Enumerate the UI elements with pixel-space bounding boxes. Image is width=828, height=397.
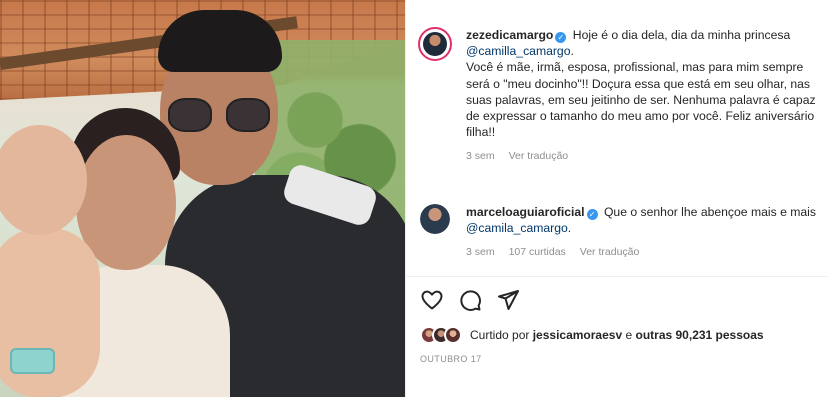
avatar[interactable] <box>418 27 452 61</box>
verified-icon: ✓ <box>586 209 598 220</box>
caption-comment: zezedicamargo ✓ Hoje é o dia dela, dia da… <box>418 27 816 165</box>
baby-face <box>0 125 87 235</box>
comment-line: Hoje é o dia dela, dia da minha princesa <box>572 28 791 42</box>
man-hair <box>158 10 282 72</box>
comment-body: Você é mãe, irmã, esposa, profissional, … <box>466 60 816 140</box>
comment-text: marceloaguiaroficial ✓ Que o senhor lhe a… <box>466 204 816 261</box>
likes-user[interactable]: jessicamoraesv <box>533 328 622 342</box>
heart-icon[interactable] <box>420 288 444 312</box>
likes-others[interactable]: outras 90,231 pessoas <box>636 328 764 342</box>
comment-meta: 3 sem Ver tradução <box>466 148 816 164</box>
comment-text: zezedicamargo ✓ Hoje é o dia dela, dia da… <box>466 27 816 165</box>
post-details-panel: zezedicamargo ✓ Hoje é o dia dela, dia da… <box>405 0 828 397</box>
likes-prefix: Curtido por <box>470 328 530 342</box>
comment-time: 3 sem <box>466 150 495 163</box>
liker-avatar <box>444 326 462 344</box>
translate-link[interactable]: Ver tradução <box>580 244 640 260</box>
action-bar <box>420 288 520 312</box>
sunglasses-right <box>226 98 270 132</box>
smartwatch <box>10 348 55 374</box>
likes-summary: Curtido por jessicamoraesv e outras 90,2… <box>420 326 764 344</box>
comment-username[interactable]: marceloaguiaroficial <box>466 205 585 219</box>
mention-link[interactable]: @camila_camargo <box>466 221 568 235</box>
comment-time: 3 sem <box>466 246 495 259</box>
comment-line: Que o senhor lhe abençoe mais e mais <box>603 205 816 219</box>
send-icon[interactable] <box>496 288 520 312</box>
avatar[interactable] <box>420 204 450 234</box>
mention-link[interactable]: @camilla_camargo <box>466 44 571 58</box>
comment-meta: 3 sem 107 curtidas Ver tradução <box>466 244 816 260</box>
translate-link[interactable]: Ver tradução <box>509 148 569 164</box>
sunglasses-left <box>168 98 212 132</box>
comment-username[interactable]: zezedicamargo <box>466 28 553 42</box>
section-divider <box>406 276 828 277</box>
verified-icon: ✓ <box>555 32 567 43</box>
comment-likes[interactable]: 107 curtidas <box>509 244 566 260</box>
post-photo[interactable] <box>0 0 405 397</box>
comment-item: marceloaguiaroficial ✓ Que o senhor lhe a… <box>418 204 816 261</box>
punctuation: . <box>570 44 574 59</box>
comment-icon[interactable] <box>458 288 482 312</box>
likes-connector: e <box>625 328 633 342</box>
punctuation: . <box>567 221 572 236</box>
likes-text[interactable]: Curtido por jessicamoraesv e outras 90,2… <box>470 328 764 342</box>
post-date: OUTUBRO 17 <box>420 354 482 364</box>
